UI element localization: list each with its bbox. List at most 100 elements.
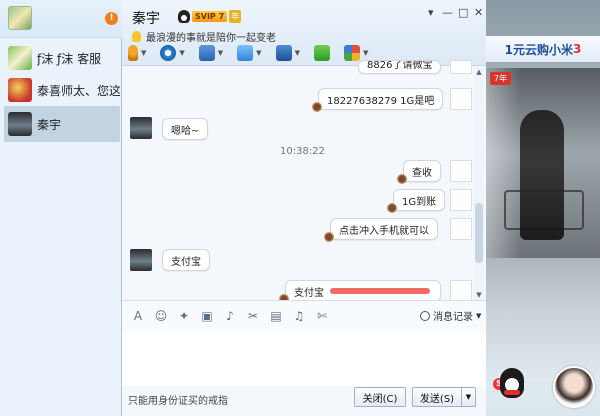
font-icon[interactable]: A xyxy=(130,308,146,324)
contact-item-active[interactable]: 秦宇 xyxy=(4,106,120,142)
bubble-decoration xyxy=(397,174,407,184)
create-group-button[interactable] xyxy=(313,44,330,62)
screen-share-icon xyxy=(198,45,215,61)
contact-name: 秦宇 xyxy=(37,117,62,132)
chevron-down-icon[interactable]: ▼ xyxy=(461,388,475,406)
signature-text: 最浪漫的事就是陪你一起变老 xyxy=(146,33,276,44)
redaction-mark xyxy=(330,288,430,294)
avatar xyxy=(8,78,32,102)
contact-item[interactable]: 泰喜师太、您这边 xyxy=(4,72,120,108)
person-photo xyxy=(520,110,564,240)
remote-desktop-icon xyxy=(275,45,292,61)
video-call-button[interactable]: ▼ xyxy=(160,44,185,62)
close-button[interactable]: ✕ xyxy=(474,6,483,19)
message-text: 嗯哈~ xyxy=(171,125,200,137)
chat-scrollbar[interactable]: ▲ ▼ xyxy=(474,67,484,300)
chat-header: 秦宇 SVIP 7 年 最浪漫的事就是陪你一起变老 ▾ — □ ✕ ▼ ▼ ▼ … xyxy=(122,0,486,66)
scroll-up-icon[interactable]: ▲ xyxy=(474,67,484,77)
vip-year-tag: 年 xyxy=(229,9,242,23)
history-label: 消息记录 xyxy=(433,312,473,323)
video-clip-icon[interactable]: ▣ xyxy=(199,308,215,324)
chevron-down-icon[interactable]: ▼ xyxy=(179,49,184,57)
contact-sidebar: ! ƒ沫 ƒ沫 客服 泰喜师太、您这边 秦宇 xyxy=(0,0,122,416)
message-text: 1G到账 xyxy=(402,196,437,208)
message-text: 8826了请微宝 xyxy=(367,60,433,71)
music-icon[interactable]: ♫ xyxy=(291,308,307,324)
screen-share-button[interactable]: ▼ xyxy=(198,44,223,62)
message-bubble[interactable]: 查收 xyxy=(397,160,441,184)
sidebar-header: ! xyxy=(0,0,122,38)
scissors-icon[interactable]: ✄ xyxy=(314,308,330,324)
chevron-down-icon[interactable]: ▼ xyxy=(218,49,223,57)
screenshot-icon[interactable]: ✂ xyxy=(245,308,261,324)
camera-icon xyxy=(160,45,177,61)
ad-panel: 1元云购小米 3 7年 xyxy=(486,0,600,416)
close-chat-button[interactable]: 关闭(C) xyxy=(354,387,406,407)
chevron-down-icon[interactable]: ▼ xyxy=(141,49,146,57)
maximize-button[interactable]: □ xyxy=(458,6,468,19)
ad-banner[interactable]: 1元云购小米 3 xyxy=(486,36,600,62)
send-label: 发送(S) xyxy=(419,393,455,405)
add-chat-icon xyxy=(313,45,330,61)
avatar xyxy=(8,112,32,136)
avatar xyxy=(450,280,472,302)
message-text: 支付宝 xyxy=(294,287,324,299)
avatar xyxy=(130,249,152,271)
scroll-down-icon[interactable]: ▼ xyxy=(474,290,484,300)
message-text: 点击冲入手机就可以 xyxy=(339,225,429,237)
avatar xyxy=(8,46,32,70)
message-bubble[interactable]: 嗯哈~ xyxy=(162,118,209,140)
message-bubble[interactable]: 1G到账 xyxy=(387,189,446,213)
vip-badge[interactable]: SVIP 7 年 xyxy=(178,9,242,23)
contact-name: 泰喜师太、您这边 xyxy=(37,83,120,98)
message-text: 18227638279 1G是吧 xyxy=(327,95,435,107)
message-text: 查收 xyxy=(412,167,432,179)
chat-title[interactable]: 秦宇 xyxy=(132,8,160,28)
microphone-icon xyxy=(128,45,138,61)
voice-message-icon[interactable]: ♪ xyxy=(222,308,238,324)
clock-icon xyxy=(420,310,430,321)
contact-item[interactable]: ƒ沫 ƒ沫 客服 xyxy=(4,40,120,76)
message-input[interactable] xyxy=(122,331,486,386)
avatar xyxy=(450,60,472,74)
voice-call-button[interactable]: ▼ xyxy=(128,44,146,62)
reflection xyxy=(486,258,600,378)
bubble-decoration xyxy=(312,102,322,112)
send-button[interactable]: 发送(S) ▼ xyxy=(412,387,476,407)
message-bubble[interactable]: 点击冲入手机就可以 xyxy=(324,218,438,242)
ad-banner-number: 3 xyxy=(573,42,582,56)
apps-icon xyxy=(343,45,360,61)
minimize-button[interactable]: — xyxy=(442,6,453,19)
scroll-thumb[interactable] xyxy=(475,203,483,263)
chevron-down-icon[interactable]: ▼ xyxy=(295,49,300,57)
send-file-button[interactable]: ▼ xyxy=(237,44,262,62)
nudge-icon[interactable]: ✦ xyxy=(176,308,192,324)
bubble-decoration xyxy=(387,203,397,213)
chevron-down-icon: ▼ xyxy=(476,311,482,320)
penguin-icon xyxy=(178,9,190,23)
message-history-button[interactable]: 消息记录 ▼ xyxy=(420,308,481,323)
message-bubble[interactable]: 18227638279 1G是吧 xyxy=(312,88,444,112)
chevron-down-icon[interactable]: ▾ xyxy=(428,6,434,19)
avatar xyxy=(450,160,472,182)
contact-profile-avatar[interactable] xyxy=(553,366,595,408)
message-text: 支付宝 xyxy=(171,256,201,268)
ad-banner-text: 1元云购小米 xyxy=(504,42,573,57)
avatar xyxy=(450,218,472,240)
message-timestamp: 10:38:22 xyxy=(280,146,325,157)
chevron-down-icon[interactable]: ▼ xyxy=(256,49,261,57)
lightbulb-icon xyxy=(132,31,141,42)
message-bubble[interactable]: 8826了请微宝 xyxy=(358,60,442,74)
message-bubble[interactable]: 支付宝 xyxy=(279,280,441,304)
message-bubble[interactable]: 支付宝 xyxy=(162,249,210,271)
signature: 最浪漫的事就是陪你一起变老 xyxy=(132,29,276,44)
current-user-avatar[interactable] xyxy=(8,6,32,30)
remote-assist-button[interactable]: ▼ xyxy=(275,44,300,62)
svip-level: SVIP 7 xyxy=(192,10,228,22)
image-icon[interactable]: ▤ xyxy=(268,308,284,324)
qq-penguin-icon[interactable] xyxy=(500,368,524,398)
folder-icon xyxy=(237,45,254,61)
notification-badge[interactable]: ! xyxy=(105,12,118,25)
chevron-down-icon[interactable]: ▼ xyxy=(363,49,368,57)
emoji-icon[interactable]: ☺ xyxy=(153,308,169,324)
